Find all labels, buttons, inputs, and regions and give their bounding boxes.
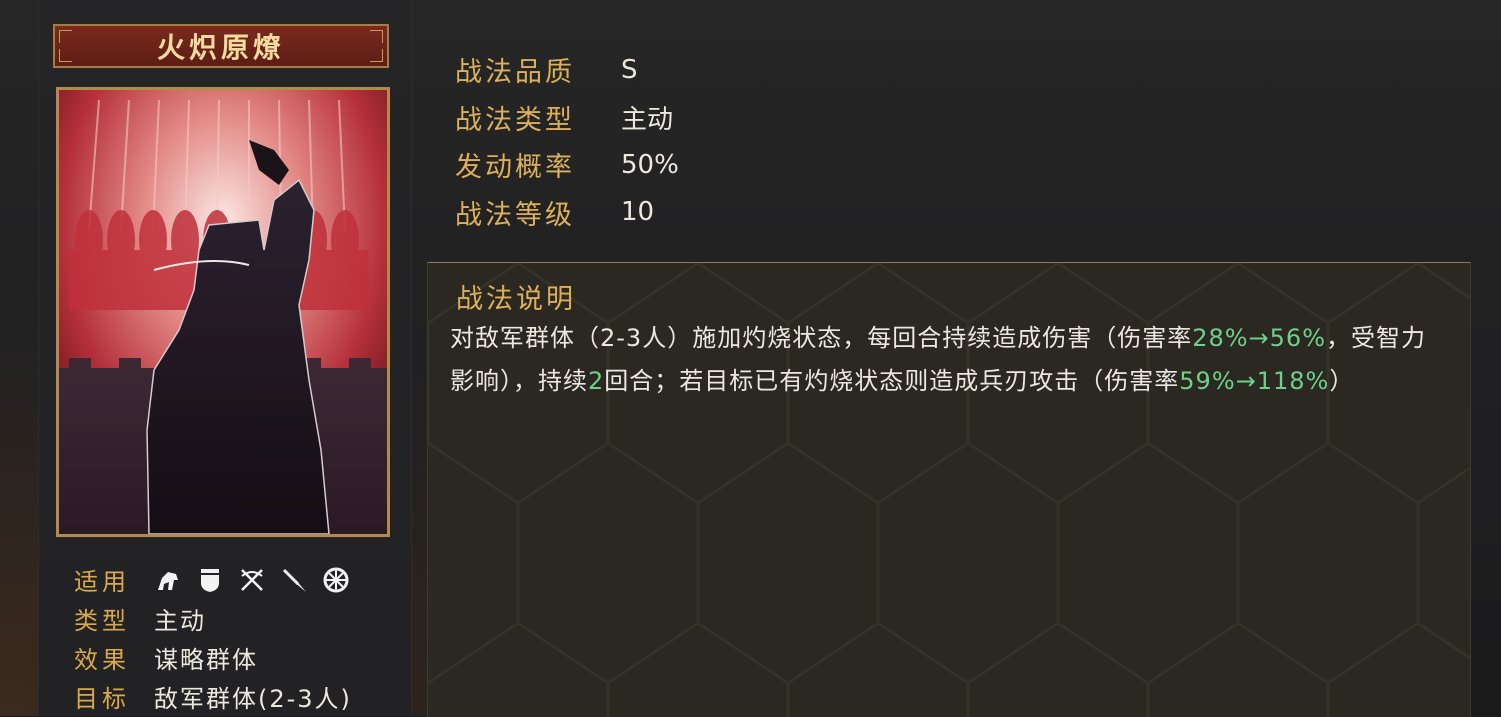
rate-label: 发动概率 xyxy=(455,152,575,184)
attr-effect-label: 效果 xyxy=(74,646,130,674)
description-highlight: 28%→56% xyxy=(1192,324,1326,352)
quality-label: 战法品质 xyxy=(455,57,575,89)
skill-info: 战法品质 S 战法类型 主动 发动概率 50% 战法等级 10 xyxy=(455,46,679,236)
description-segment: ） xyxy=(1329,367,1355,395)
description-panel: 战法说明 对敌军群体（2-3人）施加灼烧状态，每回合持续造成伤害（伤害率28%→… xyxy=(427,262,1471,717)
description-highlight: 2 xyxy=(588,367,605,395)
description-segment: 对敌军群体（2-3人）施加灼烧状态，每回合持续造成伤害（伤害率 xyxy=(450,324,1193,352)
type-value: 主动 xyxy=(621,104,674,135)
attr-type-row: 类型 主动 xyxy=(74,599,352,638)
shield-icon xyxy=(196,566,224,594)
level-label: 战法等级 xyxy=(455,199,575,231)
rate-row: 发动概率 50% xyxy=(455,141,679,189)
wheel-icon xyxy=(322,566,350,594)
attr-effect-value: 谋略群体 xyxy=(154,646,258,674)
attr-apply-label: 适用 xyxy=(74,568,130,596)
type-label: 战法类型 xyxy=(455,104,575,136)
attr-target-row: 目标 敌军群体(2-3人) xyxy=(74,677,352,716)
quality-row: 战法品质 S xyxy=(455,46,679,94)
description-segment: 回合；若目标已有灼烧状态则造成兵刃攻击（伤害率 xyxy=(604,367,1180,395)
skill-attributes: 适用 类型 主动 效果 谋略群体 目标 敌军群体(2-3人) xyxy=(74,560,352,716)
description-text: 对敌军群体（2-3人）施加灼烧状态，每回合持续造成伤害（伤害率28%→56%，受… xyxy=(450,317,1450,403)
rate-value: 50% xyxy=(621,149,679,180)
spear-icon xyxy=(280,566,308,594)
cavalry-icon xyxy=(154,566,182,594)
description-highlight: 59%→118% xyxy=(1179,367,1330,395)
skill-title-bar: 火炽原燎 xyxy=(53,24,389,68)
type-row: 战法类型 主动 xyxy=(455,94,679,142)
attr-apply-row: 适用 xyxy=(74,560,352,599)
description-title: 战法说明 xyxy=(456,284,576,315)
bow-icon xyxy=(238,566,266,594)
attr-type-label: 类型 xyxy=(74,607,130,635)
attr-target-value: 敌军群体(2-3人) xyxy=(154,685,352,713)
attr-effect-row: 效果 谋略群体 xyxy=(74,638,352,677)
level-row: 战法等级 10 xyxy=(455,189,679,237)
skill-card-art xyxy=(56,87,390,537)
level-value: 10 xyxy=(621,197,655,228)
skill-name: 火炽原燎 xyxy=(156,31,285,64)
quality-value: S xyxy=(621,54,638,85)
troop-type-icons xyxy=(154,566,350,594)
attr-type-value: 主动 xyxy=(154,607,206,635)
attr-target-label: 目标 xyxy=(74,685,130,713)
